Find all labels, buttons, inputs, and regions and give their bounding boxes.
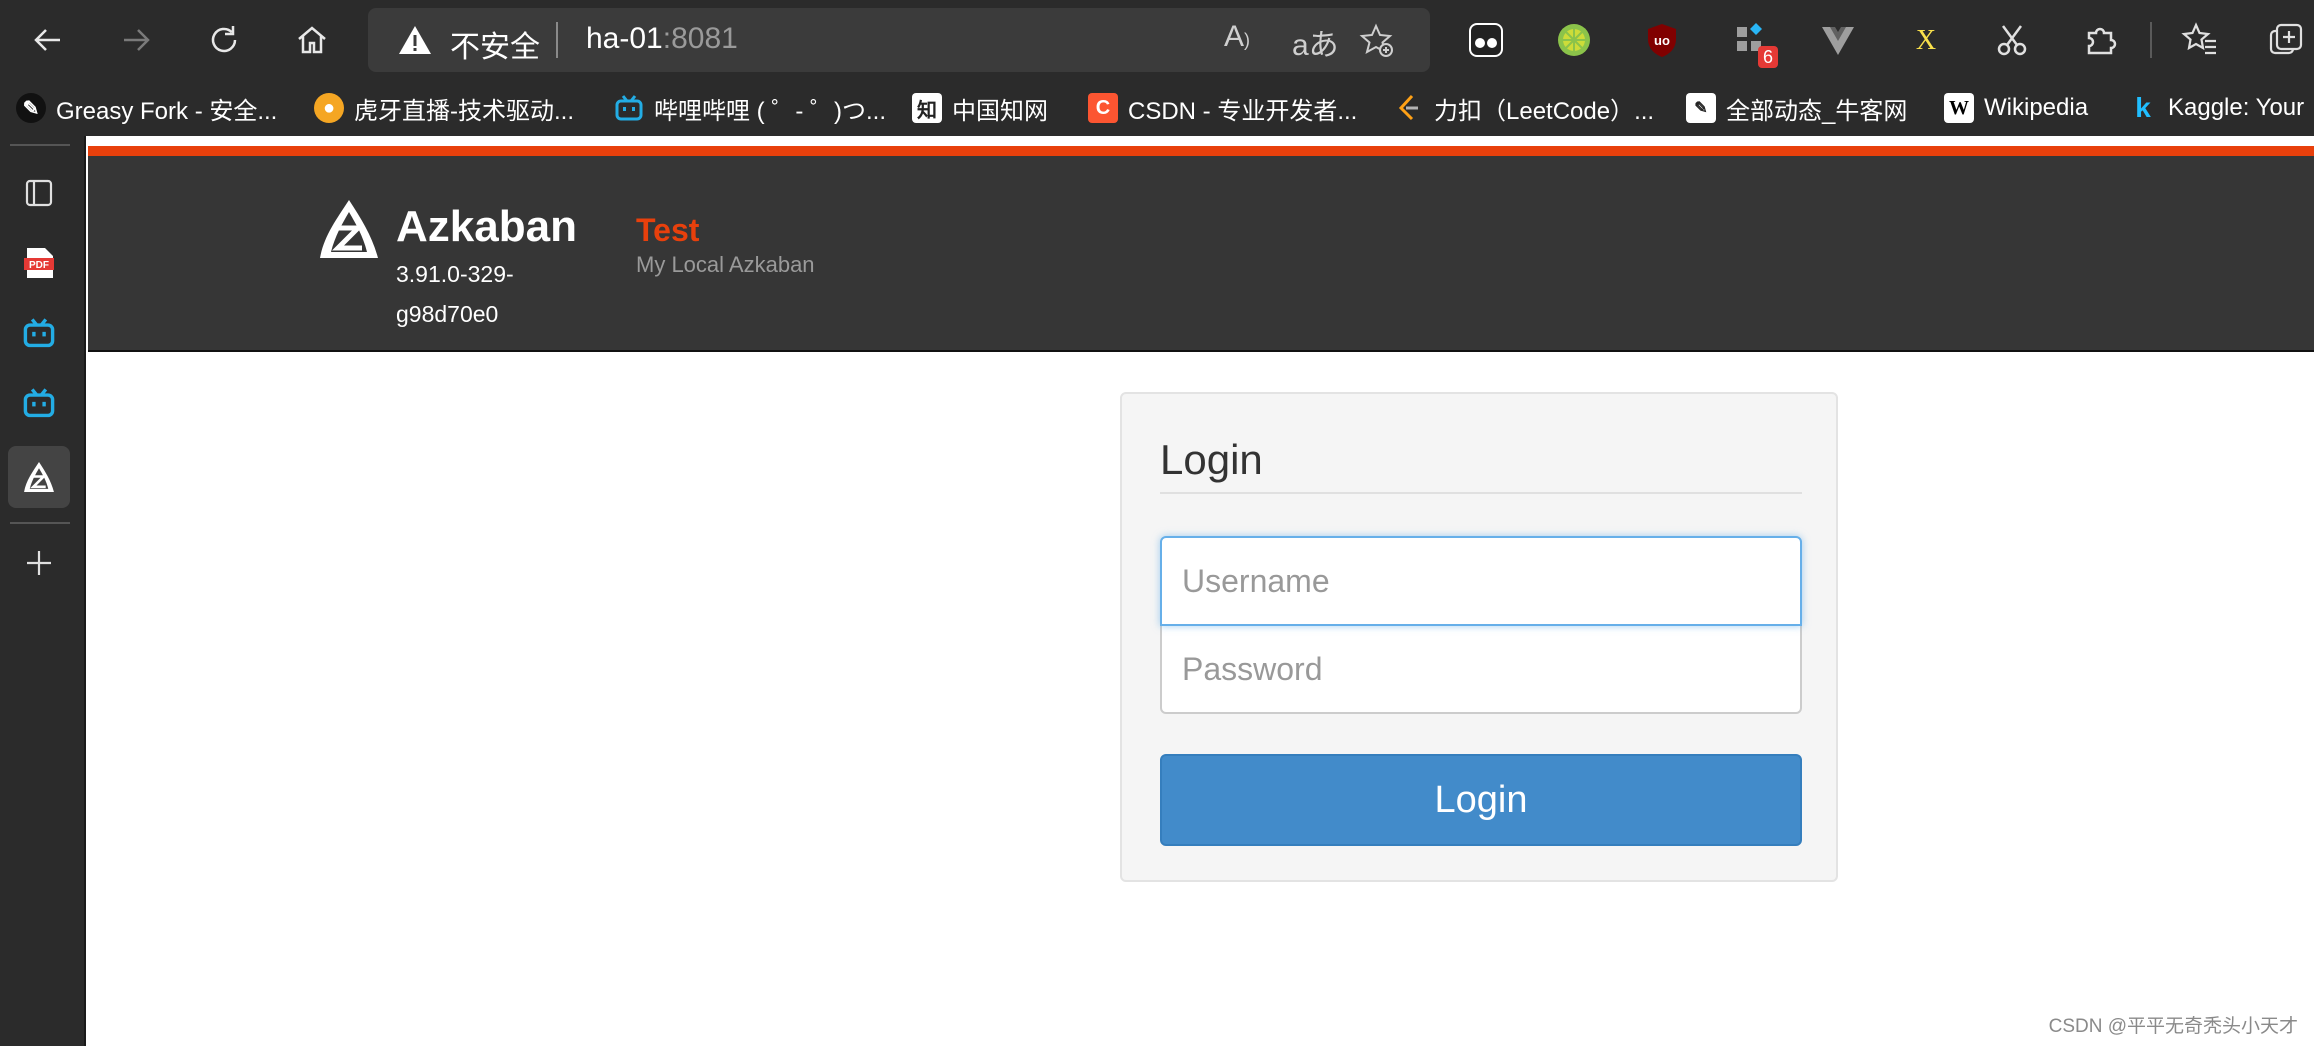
sidebar-divider — [10, 144, 70, 146]
translate-icon[interactable]: aあ — [1292, 20, 1339, 64]
bookmark-leetcode[interactable]: 力扣（LeetCode）... — [1394, 90, 1654, 126]
azkaban-logo-icon — [24, 462, 54, 492]
add-favorite-icon[interactable] — [1358, 22, 1394, 58]
bookmark-label: 虎牙直播-技术驱动... — [354, 97, 574, 125]
arrow-left-icon — [34, 29, 60, 51]
url-host: ha-01 — [586, 22, 663, 55]
xpath-helper-icon[interactable]: X — [1904, 18, 1948, 62]
sidebar-tab-bilibili-2[interactable] — [8, 372, 70, 434]
plus-icon — [27, 551, 51, 575]
url-text[interactable]: ha-01:8081 — [586, 22, 738, 56]
browser-sidebar: PDF — [0, 136, 86, 1046]
favorites-icon[interactable] — [2178, 18, 2222, 62]
kaggle-icon: k — [2135, 92, 2151, 123]
environment-description: My Local Azkaban — [636, 252, 815, 277]
refresh-button[interactable] — [192, 12, 256, 68]
login-button[interactable]: Login — [1160, 754, 1802, 846]
extensions-puzzle-icon[interactable] — [2078, 18, 2122, 62]
cnki-icon: 知 — [912, 93, 942, 123]
security-label[interactable]: 不安全 — [450, 22, 540, 66]
bookmark-kaggle[interactable]: k Kaggle: Your — [2128, 90, 2304, 126]
extension-badge-count: 6 — [1757, 46, 1778, 68]
bookmark-wikipedia[interactable]: W Wikipedia — [1944, 90, 2088, 126]
browser-toolbar: 不安全 ha-01:8081 A) aあ uo 6 X — [0, 0, 2314, 80]
arrow-right-icon — [124, 29, 150, 51]
bilibili-icon — [23, 388, 55, 418]
warning-icon — [399, 26, 431, 54]
bookmark-bilibili[interactable]: 哔哩哔哩 ( ゜- ゜)つ... — [614, 90, 886, 126]
bookmark-label: 力扣（LeetCode）... — [1434, 97, 1655, 125]
bookmarks-bar: ✎ Greasy Fork - 安全... ● 虎牙直播-技术驱动... 哔哩哔… — [0, 80, 2314, 136]
bookmark-cnki[interactable]: 知 中国知网 — [912, 90, 1048, 126]
bilibili-icon — [614, 93, 644, 123]
svg-text:uo: uo — [1654, 33, 1670, 48]
greasy-fork-icon: ✎ — [16, 93, 46, 123]
azkaban-header: Azkaban 3.91.0-329-g98d70e0 Test My Loca… — [88, 156, 2314, 352]
svg-text:X: X — [1916, 25, 1936, 56]
nowcoder-icon: ✎ — [1686, 93, 1716, 123]
sidebar-divider — [10, 522, 70, 524]
sidebar-tab-pdf[interactable]: PDF — [8, 232, 70, 294]
watermark: CSDN @平平无奇秃头小天才 — [2048, 1016, 2298, 1037]
sidebar-tab-bilibili-1[interactable] — [8, 302, 70, 364]
login-title: Login — [1160, 436, 1263, 483]
username-input[interactable] — [1160, 536, 1802, 626]
sidebar-tab-actions-button[interactable] — [8, 162, 70, 224]
bookmark-greasy-fork[interactable]: ✎ Greasy Fork - 安全... — [16, 90, 277, 126]
forward-button[interactable] — [104, 12, 168, 68]
toolbar-divider — [2150, 22, 2152, 58]
bookmark-csdn[interactable]: C CSDN - 专业开发者... — [1088, 90, 1357, 126]
azkaban-logo-icon[interactable] — [316, 196, 382, 262]
bookmark-label: CSDN - 专业开发者... — [1128, 97, 1358, 125]
sidebar-tab-azkaban[interactable] — [8, 446, 70, 508]
vue-devtools-icon[interactable] — [1816, 18, 1860, 62]
bookmark-label: Wikipedia — [1984, 94, 2089, 121]
sidebar-add-button[interactable] — [8, 532, 70, 594]
tab-panel-icon — [25, 179, 53, 207]
login-divider — [1160, 492, 1802, 494]
bookmark-label: 哔哩哔哩 ( ゜- ゜)つ... — [654, 97, 886, 125]
tampermonkey-icon[interactable] — [1464, 18, 1508, 62]
home-icon — [298, 26, 326, 54]
bookmark-label: 中国知网 — [952, 97, 1048, 125]
password-input[interactable] — [1160, 624, 1802, 714]
bookmark-label: Kaggle: Your — [2168, 94, 2305, 121]
bookmark-nowcoder[interactable]: ✎ 全部动态_牛客网 — [1686, 90, 1907, 126]
address-bar[interactable]: 不安全 ha-01:8081 A) aあ — [368, 8, 1430, 72]
bookmark-label: 全部动态_牛客网 — [1726, 97, 1908, 125]
scissors-icon[interactable] — [1990, 18, 2034, 62]
bilibili-icon — [23, 318, 55, 348]
pdf-icon: PDF — [24, 248, 54, 278]
home-button[interactable] — [280, 12, 344, 68]
address-divider — [556, 22, 558, 58]
leetcode-icon — [1394, 93, 1424, 123]
brand-name[interactable]: Azkaban — [396, 202, 577, 252]
lime-extension-icon[interactable] — [1552, 18, 1596, 62]
ublock-icon[interactable]: uo — [1640, 18, 1684, 62]
url-port: :8081 — [662, 22, 738, 55]
bookmark-huya[interactable]: ● 虎牙直播-技术驱动... — [314, 90, 574, 126]
login-panel: Login Login — [1120, 392, 1838, 882]
page-content: Azkaban 3.91.0-329-g98d70e0 Test My Loca… — [88, 136, 2314, 1046]
environment-name: Test — [636, 212, 700, 248]
csdn-icon: C — [1088, 93, 1118, 123]
svg-text:PDF: PDF — [29, 260, 49, 271]
refresh-icon — [211, 26, 237, 53]
huya-icon: ● — [314, 93, 344, 123]
bookmark-label: Greasy Fork - 安全... — [56, 97, 278, 125]
header-accent-bar — [88, 146, 2314, 156]
version-text: 3.91.0-329-g98d70e0 — [396, 261, 514, 327]
wikipedia-icon: W — [1944, 93, 1974, 123]
extension-badge-icon[interactable]: 6 — [1728, 18, 1778, 68]
back-button[interactable] — [16, 12, 80, 68]
collections-icon[interactable] — [2264, 18, 2308, 62]
read-aloud-icon[interactable]: A) — [1224, 20, 1250, 54]
